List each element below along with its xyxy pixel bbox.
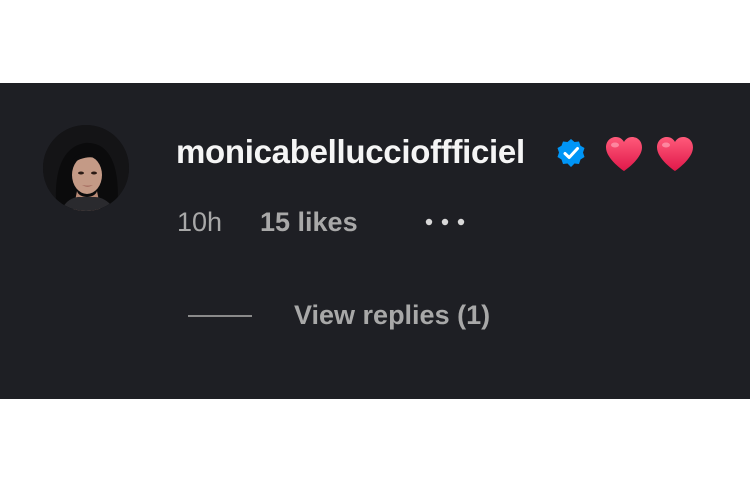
verified-badge-icon xyxy=(557,139,585,167)
comment-time: 10h xyxy=(177,207,223,237)
heart-icon xyxy=(606,137,642,171)
replies-divider-line xyxy=(188,315,252,317)
heart-icon xyxy=(657,137,693,171)
comment-card: monicabelluccioffficiel 10h 15 likes Vie… xyxy=(0,83,750,399)
view-replies-button[interactable]: View replies (1) xyxy=(294,298,490,332)
username[interactable]: monicabelluccioffficiel xyxy=(176,132,525,172)
avatar-image xyxy=(43,125,129,211)
more-options-button[interactable] xyxy=(420,207,470,237)
likes-count[interactable]: 15 likes xyxy=(260,206,358,238)
avatar[interactable] xyxy=(43,125,129,211)
more-options-icon xyxy=(425,218,465,226)
